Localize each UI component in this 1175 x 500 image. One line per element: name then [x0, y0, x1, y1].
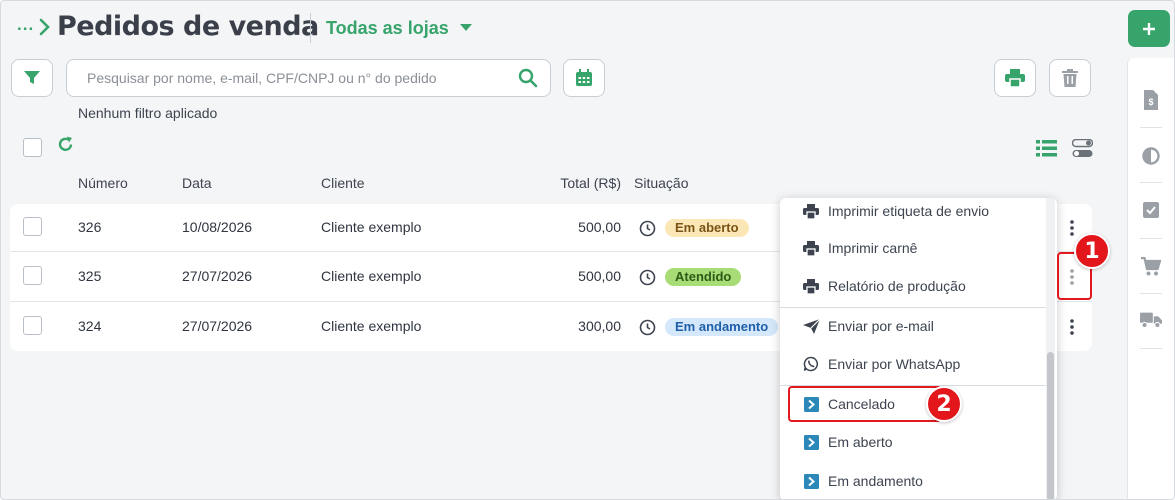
menu-item-print-booklet[interactable]: Imprimir carnê — [780, 229, 1046, 267]
calendar-icon — [576, 69, 592, 86]
app-frame: ... Pedidos de venda Todas as lojas Pesq… — [0, 0, 1175, 500]
refresh-icon[interactable] — [57, 136, 74, 153]
trash-icon — [1062, 69, 1078, 87]
printer-icon — [1005, 69, 1025, 87]
order-number[interactable]: 325 — [78, 268, 101, 284]
whatsapp-icon — [802, 355, 820, 373]
callout-number: 2 — [926, 386, 962, 422]
kebab-icon — [1070, 220, 1074, 236]
menu-item-label: Imprimir carnê — [828, 240, 918, 256]
search-input[interactable]: Pesquisar por nome, e-mail, CPF/CNPJ ou … — [66, 59, 551, 97]
printer-icon — [802, 277, 820, 295]
order-date: 10/08/2026 — [182, 219, 253, 235]
print-button[interactable] — [994, 59, 1036, 97]
checkbox-icon[interactable] — [1140, 199, 1162, 221]
order-number[interactable]: 324 — [78, 318, 101, 334]
callout-highlight — [788, 386, 942, 422]
menu-item-production-report[interactable]: Relatório de produção — [780, 267, 1046, 305]
order-client: Cliente exemplo — [321, 318, 422, 334]
toggle-view-icon[interactable] — [1072, 139, 1093, 158]
status-badge: Em aberto — [665, 219, 749, 237]
clock-icon — [639, 269, 656, 286]
truck-icon[interactable] — [1140, 309, 1162, 331]
select-all-checkbox[interactable] — [23, 138, 42, 157]
invoice-icon[interactable]: $ — [1140, 89, 1162, 111]
delete-button[interactable] — [1049, 59, 1091, 97]
column-header-numero[interactable]: Número — [78, 175, 128, 191]
order-date: 27/07/2026 — [182, 268, 253, 284]
menu-item-send-email[interactable]: Enviar por e-mail — [780, 307, 1046, 345]
plus-icon — [1143, 22, 1155, 35]
rail-divider — [1140, 293, 1162, 294]
callout-number: 1 — [1074, 233, 1110, 269]
menu-item-status-em-aberto[interactable]: Em aberto — [780, 423, 1046, 461]
menu-item-print-label[interactable]: Imprimir etiqueta de envio — [780, 198, 1046, 230]
printer-icon — [802, 202, 820, 220]
kebab-icon — [1070, 319, 1074, 335]
filter-icon — [24, 71, 40, 84]
filter-button[interactable] — [11, 59, 53, 97]
rail-divider — [1140, 348, 1162, 349]
contrast-icon[interactable] — [1140, 145, 1162, 167]
order-total: 300,00 — [578, 318, 621, 334]
menu-item-label: Relatório de produção — [828, 278, 966, 294]
row-checkbox[interactable] — [23, 217, 42, 236]
chevron-right-icon — [39, 18, 50, 36]
search-placeholder: Pesquisar por nome, e-mail, CPF/CNPJ ou … — [87, 70, 437, 86]
printer-icon — [802, 239, 820, 257]
status-arrow-icon — [802, 472, 820, 490]
order-client: Cliente exemplo — [321, 219, 422, 235]
row-actions-menu: Imprimir etiqueta de envio Imprimir carn… — [780, 198, 1057, 499]
column-header-total[interactable]: Total (R$) — [521, 175, 621, 191]
menu-item-label: Enviar por WhatsApp — [828, 356, 961, 372]
order-client: Cliente exemplo — [321, 268, 422, 284]
store-selector[interactable]: Todas as lojas — [326, 18, 449, 39]
status-arrow-icon — [802, 433, 820, 451]
menu-item-status-em-andamento[interactable]: Em andamento — [780, 462, 1046, 499]
menu-item-label: Imprimir etiqueta de envio — [828, 203, 990, 219]
rail-divider — [1140, 182, 1162, 183]
menu-item-send-whatsapp[interactable]: Enviar por WhatsApp — [780, 345, 1046, 383]
column-header-cliente[interactable]: Cliente — [321, 175, 365, 191]
rail-divider — [1140, 238, 1162, 239]
row-actions-button[interactable] — [1062, 314, 1082, 340]
list-view-icon[interactable] — [1036, 140, 1057, 157]
svg-text:$: $ — [1148, 97, 1153, 107]
order-total: 500,00 — [578, 268, 621, 284]
header-divider — [310, 13, 311, 43]
row-checkbox[interactable] — [23, 266, 42, 285]
date-filter-button[interactable] — [563, 59, 605, 97]
right-sidebar — [1127, 58, 1174, 499]
add-order-button[interactable] — [1128, 10, 1170, 47]
clock-icon — [639, 319, 656, 336]
menu-scrollbar-thumb[interactable] — [1047, 352, 1054, 499]
menu-item-label: Em andamento — [828, 473, 923, 489]
menu-item-label: Em aberto — [828, 434, 893, 450]
rail-divider — [1140, 127, 1162, 128]
status-badge: Em andamento — [665, 318, 779, 336]
search-icon[interactable] — [518, 68, 538, 88]
page-title: Pedidos de venda — [57, 11, 319, 42]
status-badge: Atendido — [665, 268, 742, 286]
send-icon — [802, 317, 820, 335]
column-header-data[interactable]: Data — [182, 175, 212, 191]
order-total: 500,00 — [578, 219, 621, 235]
breadcrumb[interactable]: ... — [17, 15, 34, 35]
clock-icon — [639, 220, 656, 237]
order-date: 27/07/2026 — [182, 318, 253, 334]
filters-status: Nenhum filtro aplicado — [78, 105, 218, 121]
cart-icon[interactable] — [1140, 255, 1162, 277]
caret-down-icon[interactable] — [460, 24, 472, 32]
row-checkbox[interactable] — [23, 316, 42, 335]
column-header-situacao[interactable]: Situação — [634, 175, 688, 191]
order-number[interactable]: 326 — [78, 219, 101, 235]
menu-item-label: Enviar por e-mail — [828, 318, 934, 334]
